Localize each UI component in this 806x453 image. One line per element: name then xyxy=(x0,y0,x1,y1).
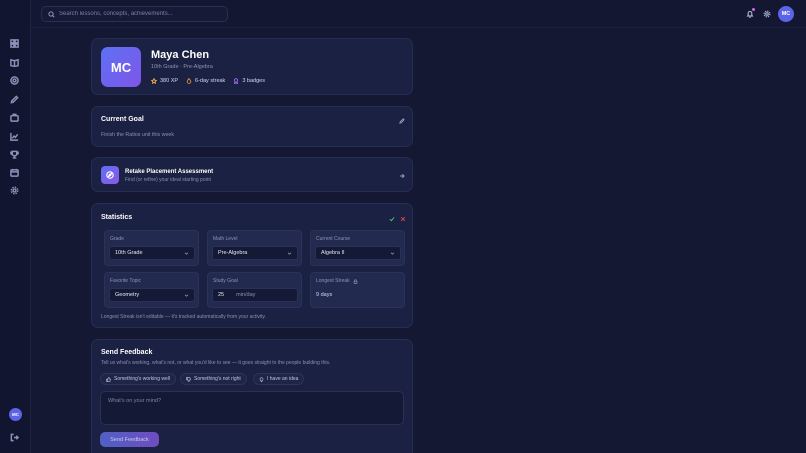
settings-icon[interactable] xyxy=(8,184,20,196)
current-course-value: Algebra II xyxy=(321,250,345,256)
chip-not-right[interactable]: Something's not right xyxy=(180,373,247,385)
grade-label: Grade xyxy=(110,236,124,242)
notification-dot xyxy=(752,8,755,11)
trophy-icon[interactable] xyxy=(8,148,20,160)
thumbs-down-icon xyxy=(186,376,191,382)
profile-card: MC Maya Chen 10th Grade · Pre-Algebra 38… xyxy=(91,38,413,95)
lightbulb-icon xyxy=(259,376,264,382)
sidebar: MC xyxy=(0,0,31,453)
retake-assessment-card[interactable]: Retake Placement Assessment Find (or ref… xyxy=(91,157,413,192)
star-icon xyxy=(151,78,157,84)
chevron-down-icon xyxy=(184,252,189,255)
math-level-field: Math Level Pre-Algebra xyxy=(207,230,302,266)
xp-value: 380 XP xyxy=(160,78,179,84)
streak-stat: 6-day streak xyxy=(186,78,225,84)
pencil-icon[interactable] xyxy=(8,93,20,105)
chip-have-idea-label: I have an idea xyxy=(267,376,299,382)
math-level-select[interactable]: Pre-Algebra xyxy=(212,246,298,260)
current-course-label: Current Course xyxy=(316,236,351,242)
longest-streak-label-row: Longest Streak xyxy=(316,278,358,284)
search-bar[interactable] xyxy=(41,6,228,22)
badge-icon xyxy=(234,78,239,84)
feedback-textarea[interactable]: What's on your mind? xyxy=(100,391,404,425)
goal-title: Current Goal xyxy=(101,116,144,123)
grade-value: 10th Grade xyxy=(115,250,143,256)
study-goal-field: Study Goal 25 min/day xyxy=(207,272,302,308)
current-course-field: Current Course Algebra II xyxy=(310,230,405,266)
lock-icon xyxy=(353,278,357,284)
math-level-value: Pre-Algebra xyxy=(218,250,248,256)
briefcase-icon[interactable] xyxy=(8,111,20,123)
thumbs-up-icon xyxy=(106,376,111,382)
chip-working-well[interactable]: Something's working well xyxy=(100,373,176,385)
statistics-note: Longest Streak isn't editable — it's tra… xyxy=(101,314,266,320)
search-icon xyxy=(48,10,55,18)
sidebar-avatar[interactable]: MC xyxy=(9,408,22,421)
feedback-title: Send Feedback xyxy=(101,349,153,356)
study-goal-unit: min/day xyxy=(236,292,256,298)
favorite-topic-field: Favorite Topic Geometry xyxy=(104,272,199,308)
badges-stat: 3 badges xyxy=(233,78,265,84)
chevron-down-icon xyxy=(287,252,292,255)
math-level-label: Math Level xyxy=(213,236,238,242)
notification-bell-icon[interactable] xyxy=(744,8,755,19)
grade-select[interactable]: 10th Grade xyxy=(109,246,195,260)
chevron-down-icon xyxy=(390,252,395,255)
xp-stat: 380 XP xyxy=(151,78,178,84)
chart-icon[interactable] xyxy=(8,130,20,142)
streak-value: 6-day streak xyxy=(195,78,226,84)
chevron-down-icon xyxy=(184,294,189,297)
grade-field: Grade 10th Grade xyxy=(104,230,199,266)
check-icon[interactable] xyxy=(387,214,396,223)
gear-icon[interactable] xyxy=(761,8,772,19)
longest-streak-label: Longest Streak xyxy=(316,278,350,284)
profile-avatar: MC xyxy=(101,47,141,87)
favorite-topic-select[interactable]: Geometry xyxy=(109,288,195,302)
goal-text: Finish the Ratios unit this week xyxy=(101,132,175,138)
profile-subtitle: 10th Grade · Pre-Algebra xyxy=(151,64,213,70)
target-icon[interactable] xyxy=(8,74,20,86)
retake-subtitle: Find (or refine) your ideal starting poi… xyxy=(125,177,211,183)
study-goal-value: 25 xyxy=(218,292,225,298)
favorite-topic-label: Favorite Topic xyxy=(110,278,142,284)
search-input[interactable] xyxy=(59,11,219,17)
dashboard-icon[interactable] xyxy=(8,37,20,49)
logout-icon[interactable] xyxy=(8,431,20,443)
user-avatar[interactable]: MC xyxy=(778,6,794,22)
chip-not-right-label: Something's not right xyxy=(194,376,241,382)
retake-title: Retake Placement Assessment xyxy=(125,169,214,175)
send-feedback-button[interactable]: Send Feedback xyxy=(100,432,159,447)
profile-name: Maya Chen xyxy=(151,49,210,61)
feedback-subtitle: Tell us what's working, what's not, or w… xyxy=(101,360,331,366)
profile-stats: 380 XP 6-day streak 3 badges xyxy=(151,78,265,84)
chip-working-well-label: Something's working well xyxy=(114,376,170,382)
statistics-title: Statistics xyxy=(101,214,133,221)
edit-goal-icon[interactable] xyxy=(397,116,406,125)
close-icon[interactable] xyxy=(398,214,407,223)
favorite-topic-value: Geometry xyxy=(115,292,140,298)
book-icon[interactable] xyxy=(8,56,20,68)
calendar-icon[interactable] xyxy=(8,166,20,178)
current-goal-card: Current Goal Finish the Ratios unit this… xyxy=(91,106,413,147)
longest-streak-value: 9 days xyxy=(316,292,333,298)
chip-have-idea[interactable]: I have an idea xyxy=(253,373,305,385)
statistics-card: Statistics Grade 10th Grade Math Level P… xyxy=(91,203,413,328)
current-course-select[interactable]: Algebra II xyxy=(315,246,401,260)
compass-icon xyxy=(101,166,119,184)
study-goal-label: Study Goal xyxy=(213,278,238,284)
arrow-right-icon[interactable] xyxy=(397,171,406,180)
study-goal-input[interactable]: 25 min/day xyxy=(212,288,298,302)
flame-icon xyxy=(186,78,192,84)
longest-streak-field: Longest Streak 9 days xyxy=(310,272,405,308)
badges-value: 3 badges xyxy=(242,78,265,84)
